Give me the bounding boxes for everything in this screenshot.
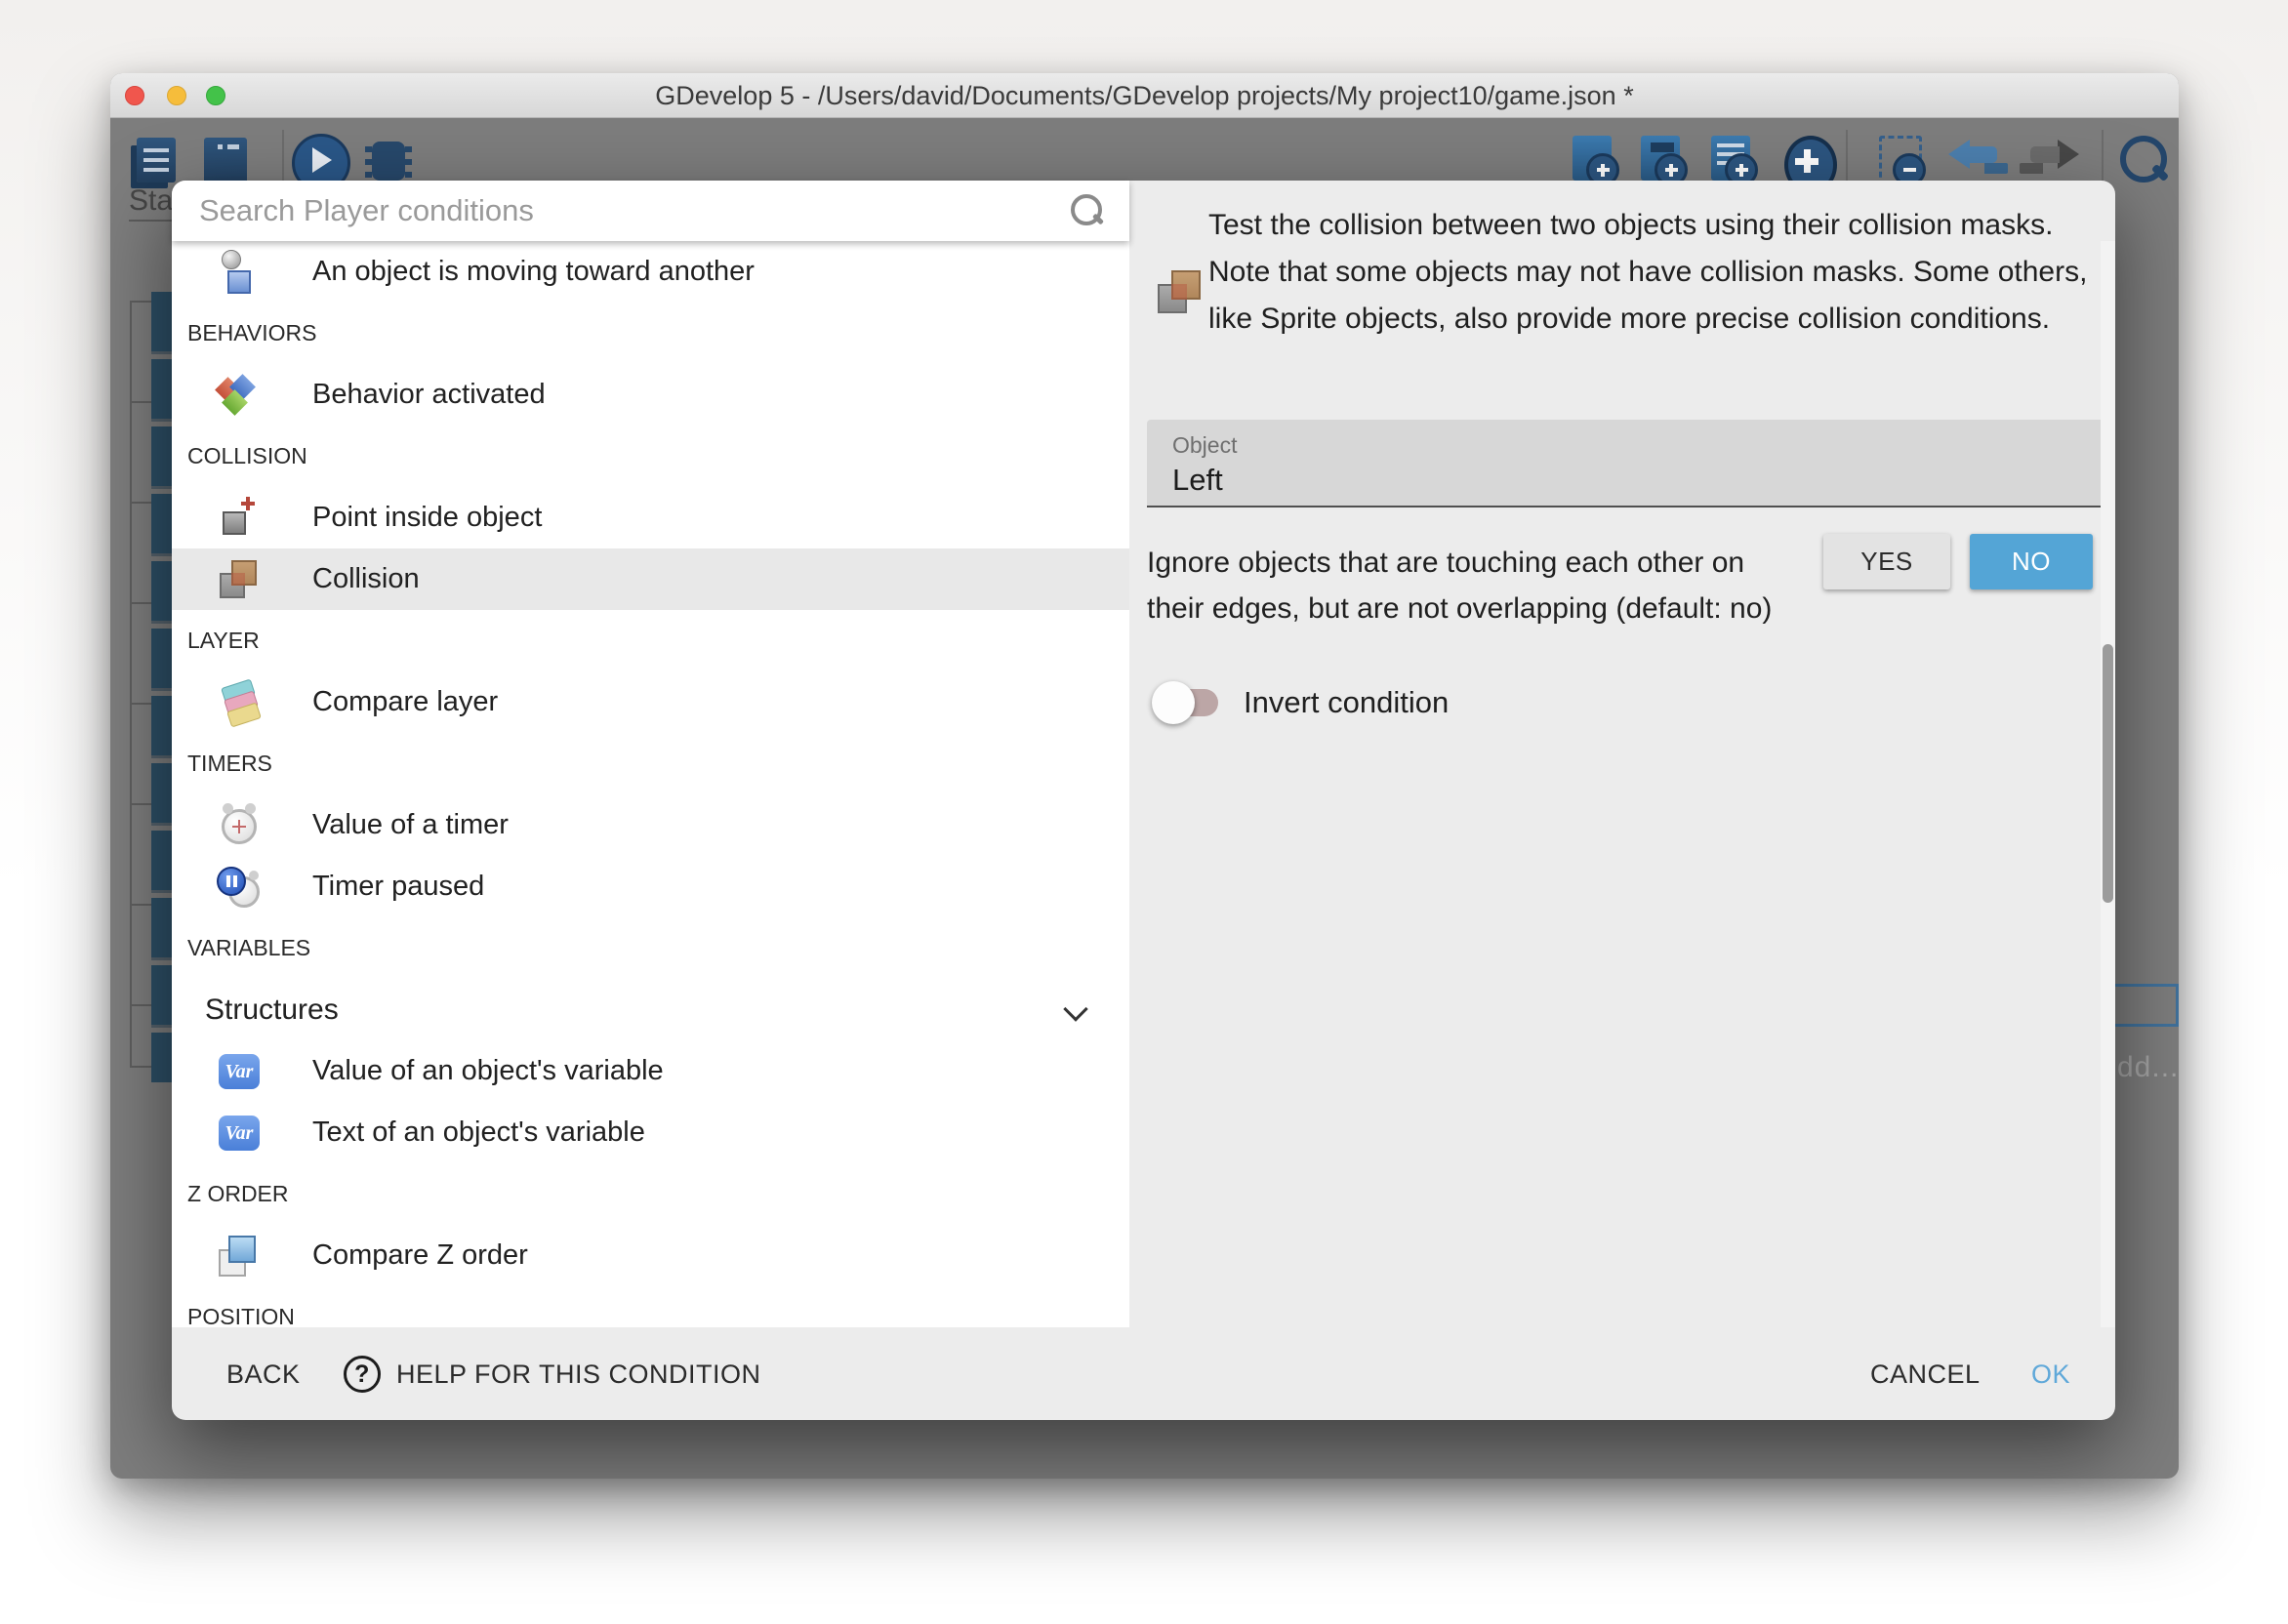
condition-item-label: Timer paused: [312, 871, 484, 903]
section-header: BEHAVIORS: [172, 303, 1129, 364]
events-sheet-conditions: [151, 292, 172, 1082]
condition-item[interactable]: Value of a timer: [172, 794, 1129, 856]
toggle-thumb: [1152, 681, 1195, 724]
chevron-down-icon: [1063, 996, 1087, 1021]
condition-item[interactable]: Value of an object's variable: [172, 1040, 1129, 1102]
delete-event-icon[interactable]: [1875, 134, 1926, 186]
back-button[interactable]: BACK: [226, 1355, 301, 1394]
condition-item-label: Value of a timer: [312, 809, 509, 841]
help-icon: ?: [344, 1356, 381, 1393]
scene-tab-label: Sta: [129, 184, 173, 218]
timer-icon: [217, 803, 262, 848]
point-inside-icon: [217, 496, 262, 541]
condition-item[interactable]: Collision: [172, 548, 1129, 610]
invert-condition-toggle[interactable]: [1152, 680, 1242, 725]
condition-item-label: An object is moving toward another: [312, 256, 755, 288]
condition-item-label: Behavior activated: [312, 379, 546, 411]
dialog-footer: BACK ? HELP FOR THIS CONDITION CANCEL OK: [172, 1327, 2115, 1420]
section-header: VARIABLES: [172, 917, 1129, 979]
minimize-window-button[interactable]: [167, 86, 186, 105]
condition-item[interactable]: Behavior activated: [172, 364, 1129, 426]
section-header: Z ORDER: [172, 1163, 1129, 1225]
group-label: Structures: [205, 994, 339, 1027]
condition-item-label: Compare layer: [312, 686, 498, 718]
layer-icon: [217, 680, 262, 725]
titlebar: GDevelop 5 - /Users/david/Documents/GDev…: [110, 73, 2179, 118]
var-icon: [217, 1049, 262, 1094]
add-subevent-icon[interactable]: [1637, 134, 1688, 186]
invert-condition-label: Invert condition: [1244, 685, 1449, 720]
object-field-value: Left: [1172, 463, 1223, 498]
project-manager-icon[interactable]: [129, 134, 180, 186]
help-button[interactable]: ? HELP FOR THIS CONDITION: [344, 1355, 761, 1394]
scene-editor-icon[interactable]: [198, 134, 249, 186]
group-row-structures[interactable]: Structures: [172, 979, 1129, 1040]
no-button[interactable]: NO: [1970, 534, 2093, 589]
scrollbar-thumb[interactable]: [2103, 644, 2113, 903]
section-header: POSITION: [172, 1286, 1129, 1327]
list-scrollbar[interactable]: [2101, 241, 2115, 1327]
condition-item-label: Point inside object: [312, 502, 542, 534]
help-button-label: HELP FOR THIS CONDITION: [396, 1360, 761, 1390]
condition-editor-dialog: An object is moving toward another BEHAVI…: [172, 181, 2115, 1420]
events-sheet-outline: [130, 301, 153, 1068]
zoom-window-button[interactable]: [206, 86, 225, 105]
condition-item[interactable]: Timer paused: [172, 856, 1129, 917]
play-icon[interactable]: [292, 134, 343, 186]
add-circle-icon[interactable]: [1780, 134, 1831, 186]
conditions-list: An object is moving toward another BEHAVI…: [172, 241, 1129, 1327]
condition-item[interactable]: Text of an object's variable: [172, 1102, 1129, 1163]
ignore-edges-label: Ignore objects that are touching each ot…: [1147, 540, 1786, 631]
object-field-label: Object: [1172, 432, 1237, 459]
yes-button[interactable]: YES: [1823, 534, 1950, 589]
window-title: GDevelop 5 - /Users/david/Documents/GDev…: [110, 73, 2179, 118]
scene-tab-underline: [129, 220, 173, 222]
object-moving-icon: [217, 250, 262, 295]
toolbar-divider: [282, 130, 284, 188]
collision-icon: [217, 557, 262, 602]
add-comment-icon[interactable]: [1707, 134, 1758, 186]
close-window-button[interactable]: [125, 86, 144, 105]
condition-item[interactable]: Compare Z order: [172, 1225, 1129, 1286]
add-event-icon[interactable]: [1569, 134, 1619, 186]
zorder-icon: [217, 1234, 262, 1279]
timer-paused-icon: [217, 865, 262, 910]
condition-item-label: Value of an object's variable: [312, 1055, 664, 1087]
search-events-icon[interactable]: [2116, 134, 2167, 186]
object-field[interactable]: Object Left: [1147, 420, 2104, 508]
behavior-icon: [217, 373, 262, 418]
add-button-occluded: dd...: [2117, 1051, 2179, 1084]
condition-item-label: Compare Z order: [312, 1239, 528, 1272]
condition-description: Test the collision between two objects u…: [1208, 202, 2099, 343]
search-input[interactable]: [197, 188, 1037, 233]
condition-item[interactable]: Point inside object: [172, 487, 1129, 548]
search-bar: [172, 181, 1129, 241]
condition-item[interactable]: An object is moving toward another: [172, 241, 1129, 303]
section-header: TIMERS: [172, 733, 1129, 794]
debug-icon[interactable]: [362, 134, 413, 186]
condition-item[interactable]: Compare layer: [172, 671, 1129, 733]
app-window: GDevelop 5 - /Users/david/Documents/GDev…: [110, 73, 2179, 1479]
redo-icon[interactable]: [2028, 134, 2079, 186]
condition-item-label: Collision: [312, 563, 420, 595]
collision-icon: [1156, 266, 1206, 317]
section-header: COLLISION: [172, 426, 1129, 487]
undo-icon[interactable]: [1948, 134, 1999, 186]
ok-button[interactable]: OK: [2031, 1355, 2070, 1394]
section-header: LAYER: [172, 610, 1129, 671]
toolbar-divider: [1846, 130, 1848, 188]
toolbar-divider: [2102, 130, 2104, 188]
cancel-button[interactable]: CANCEL: [1870, 1355, 1981, 1394]
var-icon: [217, 1111, 262, 1156]
condition-item-label: Text of an object's variable: [312, 1116, 645, 1149]
search-icon: [1071, 194, 1104, 227]
